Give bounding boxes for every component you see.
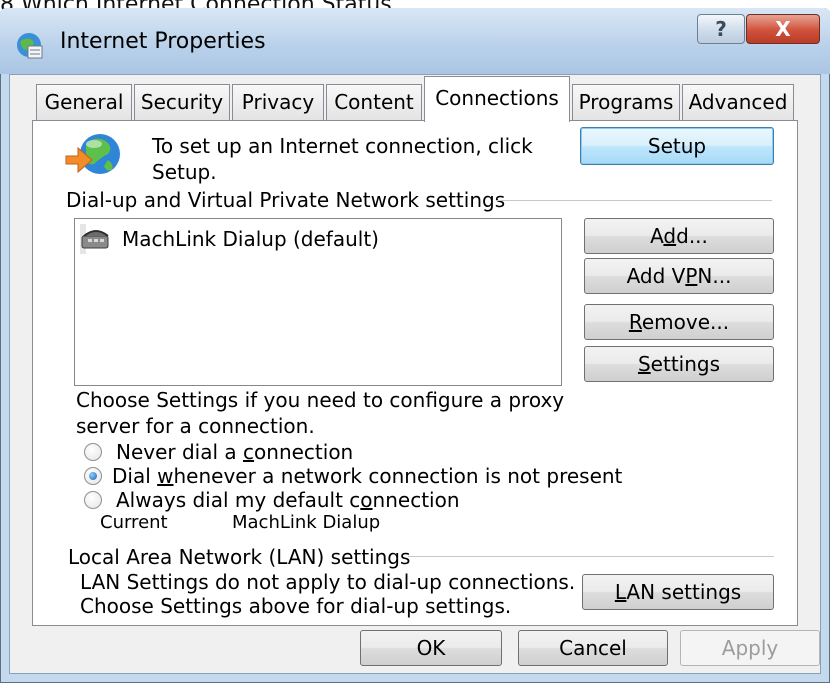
lan-settings-label-key: L xyxy=(614,580,627,604)
radio-never-dial[interactable]: Never dial a connection xyxy=(84,440,584,464)
close-button[interactable]: X xyxy=(746,14,820,44)
add-vpn-label-key: P xyxy=(685,264,698,288)
remove-label-key: R xyxy=(628,310,642,334)
lan-note-line1: LAN Settings do not apply to dial-up con… xyxy=(80,570,576,594)
tab-privacy[interactable]: Privacy xyxy=(232,84,324,120)
apply-button[interactable]: Apply xyxy=(680,630,820,666)
radio-always-dial-circle[interactable] xyxy=(84,491,102,509)
add-button[interactable]: Add... xyxy=(584,218,774,254)
internet-options-icon xyxy=(17,33,43,59)
radio-dial-whenever[interactable]: Dial whenever a network connection is no… xyxy=(84,464,644,488)
ok-button[interactable]: OK xyxy=(360,630,502,666)
radio-always-dial-label-b: nnection xyxy=(372,488,460,512)
radio-never-dial-circle[interactable] xyxy=(84,443,102,461)
tab-advanced[interactable]: Advanced xyxy=(682,84,794,120)
setup-description-line1: To set up an Internet connection, click xyxy=(152,134,533,158)
connection-name: MachLink Dialup (default) xyxy=(122,227,379,251)
tab-connections[interactable]: Connections xyxy=(424,76,570,122)
dialup-group-label: Dial-up and Virtual Private Network sett… xyxy=(66,188,506,212)
radio-dial-whenever-label: Dial whenever a network connection is no… xyxy=(112,464,622,488)
radio-always-dial-label: Always dial my default connection xyxy=(116,488,460,512)
radio-dial-whenever-label-key: w xyxy=(157,464,174,488)
setup-description-line2: Setup. xyxy=(152,160,217,184)
radio-always-dial-label-a: Always dial my default c xyxy=(116,488,361,512)
radio-dial-whenever-label-a: Dial xyxy=(112,464,158,488)
radio-always-dial-label-key: o xyxy=(360,488,373,512)
radio-dial-whenever-circle[interactable] xyxy=(84,467,102,485)
tab-programs[interactable]: Programs xyxy=(572,84,680,120)
remove-label-b: emove... xyxy=(641,310,730,334)
add-label-b: d... xyxy=(676,224,708,248)
radio-never-dial-label-b: onnection xyxy=(254,440,354,464)
settings-label-b: ettings xyxy=(650,352,721,376)
radio-always-dial[interactable]: Always dial my default connection xyxy=(84,488,504,512)
cancel-button[interactable]: Cancel xyxy=(518,630,668,666)
add-vpn-label-a: Add V xyxy=(626,264,686,288)
radio-selected-dot xyxy=(89,472,97,480)
window-title: Internet Properties xyxy=(60,29,266,54)
add-label-a: A xyxy=(650,224,664,248)
radio-dial-whenever-label-b: henever a network connection is not pres… xyxy=(173,464,623,488)
tab-security[interactable]: Security xyxy=(134,84,230,120)
settings-label-key: S xyxy=(637,352,651,376)
lan-group-label: Local Area Network (LAN) settings xyxy=(68,545,411,569)
lan-settings-label-b: AN settings xyxy=(626,580,742,604)
setup-button[interactable]: Setup xyxy=(580,127,774,165)
lan-note-line2: Choose Settings above for dial-up settin… xyxy=(80,594,512,618)
lan-settings-button[interactable]: LAN settings xyxy=(582,574,774,610)
phone-modem-icon xyxy=(81,230,109,249)
radio-never-dial-label-key: c xyxy=(243,440,255,464)
tab-general[interactable]: General xyxy=(36,84,132,120)
dialup-group-divider xyxy=(496,200,772,201)
connection-wizard-icon xyxy=(65,134,120,174)
current-connection-value: MachLink Dialup xyxy=(232,512,381,533)
add-vpn-button[interactable]: Add VPN... xyxy=(584,258,774,294)
radio-never-dial-label: Never dial a connection xyxy=(116,440,353,464)
proxy-note-line1: Choose Settings if you need to configure… xyxy=(76,388,565,412)
list-item[interactable]: MachLink Dialup (default) xyxy=(80,224,379,254)
tab-content[interactable]: Content xyxy=(326,84,422,120)
lan-group-divider xyxy=(408,556,774,557)
help-button[interactable]: ? xyxy=(697,14,745,44)
current-label: Current xyxy=(100,512,168,533)
add-label-key: d xyxy=(663,224,677,248)
add-vpn-label-b: N... xyxy=(697,264,732,288)
radio-never-dial-label-a: Never dial a xyxy=(116,440,244,464)
proxy-note-line2: server for a connection. xyxy=(76,414,315,438)
remove-button[interactable]: Remove... xyxy=(584,304,774,340)
settings-button[interactable]: Settings xyxy=(584,346,774,382)
